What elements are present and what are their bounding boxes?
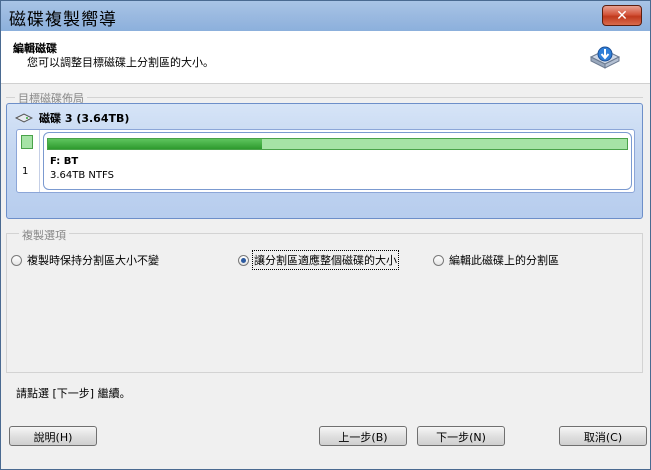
help-button[interactable]: 說明(H) [9, 426, 97, 446]
close-button[interactable]: ✕ [602, 5, 642, 26]
back-button[interactable]: 上一步(B) [319, 426, 407, 446]
disk-name: 磁碟 3 (3.64TB) [39, 112, 130, 125]
option-fit-disk-label: 讓分割區適應整個磁碟的大小 [252, 250, 399, 270]
radio-edit-partitions[interactable] [433, 254, 444, 266]
disk-index: 1 [22, 166, 29, 177]
wizard-header: 編輯磁碟 您可以調整目標磁碟上分割區的大小。 [1, 31, 650, 84]
disk-map: 1 F: BT 3.64TB NTFS [16, 129, 635, 193]
disk-copy-icon [589, 46, 621, 69]
radio-keep-size[interactable] [11, 254, 22, 266]
layout-group-border [6, 97, 643, 98]
partition-block[interactable]: F: BT 3.64TB NTFS [43, 132, 632, 190]
hard-disk-icon [15, 113, 33, 123]
window-title: 磁碟複製嚮導 [9, 10, 117, 30]
step-subtitle: 您可以調整目標磁碟上分割區的大小。 [27, 56, 214, 69]
radio-fit-disk[interactable] [238, 254, 249, 266]
partition-usage-bar [47, 138, 628, 150]
option-edit-partitions-label: 編輯此磁碟上的分割區 [449, 254, 559, 267]
option-keep-size[interactable]: 複製時保持分割區大小不變 [11, 252, 159, 268]
options-group-label: 複製選項 [19, 227, 69, 243]
partition-usage-fill [48, 139, 263, 149]
status-text: 請點選 [下一步] 繼續。 [16, 387, 131, 400]
dialog-window: 磁碟複製嚮導 ✕ 編輯磁碟 您可以調整目標磁碟上分割區的大小。 目標磁碟佈局 磁… [0, 0, 651, 470]
disk-mini-bar [21, 135, 33, 149]
next-button[interactable]: 下一步(N) [417, 426, 505, 446]
title-bar[interactable]: 磁碟複製嚮導 ✕ [1, 1, 650, 31]
disk-header: 磁碟 3 (3.64TB) [15, 110, 129, 126]
partition-name: F: BT [50, 156, 79, 167]
target-disk-panel[interactable]: 磁碟 3 (3.64TB) 1 F: BT 3.64TB NTFS [6, 103, 643, 219]
option-edit-partitions[interactable]: 編輯此磁碟上的分割區 [433, 252, 559, 268]
cancel-button[interactable]: 取消(C) [559, 426, 647, 446]
option-keep-size-label: 複製時保持分割區大小不變 [27, 254, 159, 267]
disk-map-divider [39, 130, 40, 192]
option-fit-disk[interactable]: 讓分割區適應整個磁碟的大小 [238, 250, 399, 270]
partition-info: 3.64TB NTFS [50, 170, 114, 181]
